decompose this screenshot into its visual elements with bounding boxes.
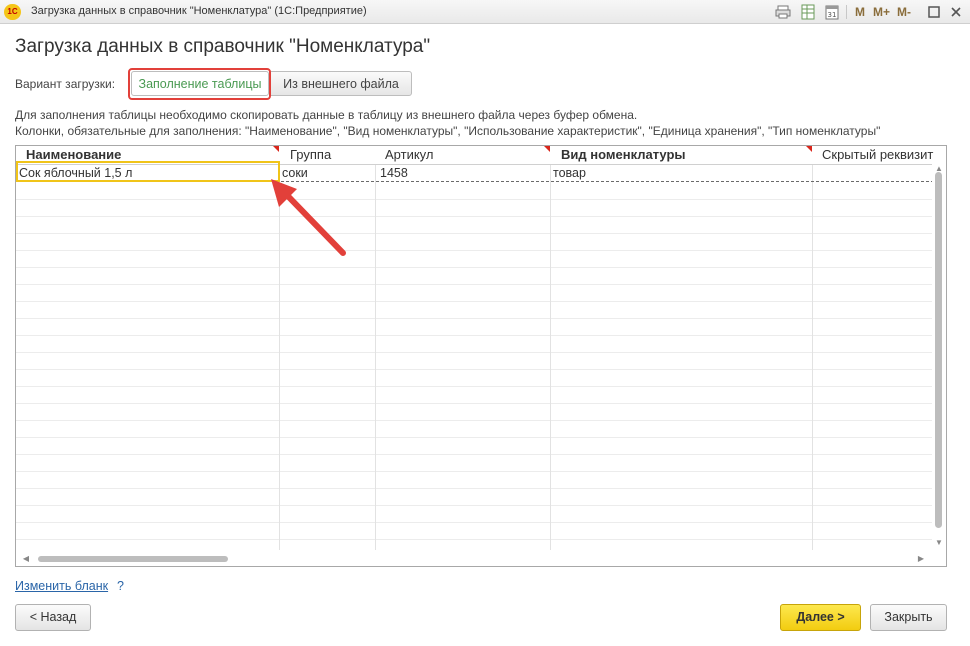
horizontal-scroll-thumb[interactable] <box>38 556 228 562</box>
table-row-line <box>16 352 934 353</box>
column-header-article[interactable]: Артикул <box>385 146 550 164</box>
variant-label: Вариант загрузки: <box>15 77 116 91</box>
required-marker <box>544 146 550 152</box>
table-row-line <box>16 250 934 251</box>
print-icon[interactable] <box>775 4 791 20</box>
table-row-line <box>16 420 934 421</box>
window-titlebar: 1С Загрузка данных в справочник "Номенкл… <box>0 0 970 24</box>
column-header-hidden-attr[interactable]: Скрытый реквизит <box>822 146 934 164</box>
column-divider <box>375 146 376 550</box>
table-cell[interactable]: товар <box>553 165 808 182</box>
spreadsheet-icon[interactable] <box>800 4 816 20</box>
table-row-line <box>16 539 934 540</box>
column-header-group[interactable]: Группа <box>290 146 375 164</box>
table-row-line <box>16 454 934 455</box>
column-divider <box>550 146 551 550</box>
window-title: Загрузка данных в справочник "Номенклату… <box>31 5 367 17</box>
table-cell[interactable]: 1458 <box>380 165 548 182</box>
table-row-line <box>16 471 934 472</box>
calendar-icon[interactable]: 31 <box>824 4 840 20</box>
data-table[interactable]: Наименование Группа Артикул Вид номенкла… <box>15 145 947 567</box>
variant-option-table[interactable]: Заполнение таблицы <box>131 71 269 96</box>
help-icon[interactable]: ? <box>117 579 124 593</box>
info-text-required: Колонки, обязательные для заполнения: "Н… <box>15 124 881 138</box>
table-row-line <box>16 318 934 319</box>
table-row-line <box>16 522 934 523</box>
scroll-down-icon[interactable]: ▼ <box>934 538 944 547</box>
column-header-label: Группа <box>290 147 332 162</box>
table-row-line <box>16 284 934 285</box>
memory-minus-button[interactable]: M- <box>897 5 911 19</box>
active-cell-frame <box>16 161 280 182</box>
column-header-label: Артикул <box>385 147 434 162</box>
column-header-kind[interactable]: Вид номенклатуры <box>561 146 812 164</box>
column-header-label: Наименование <box>26 147 122 162</box>
table-row-line <box>16 369 934 370</box>
next-button[interactable]: Далее > <box>780 604 861 631</box>
memory-button[interactable]: M <box>855 5 865 19</box>
table-row-line <box>16 216 934 217</box>
svg-text:31: 31 <box>828 11 837 19</box>
scroll-right-icon[interactable]: ▶ <box>916 554 926 563</box>
table-row-line <box>16 301 934 302</box>
annotation-arrow-icon <box>271 179 346 256</box>
table-row-line <box>16 488 934 489</box>
table-row-line <box>16 233 934 234</box>
maximize-icon[interactable] <box>926 4 942 20</box>
table-row-line <box>16 386 934 387</box>
toolbar-separator <box>846 5 847 19</box>
change-form-link[interactable]: Изменить бланк <box>15 579 108 593</box>
scroll-left-icon[interactable]: ◀ <box>21 554 31 563</box>
horizontal-scrollbar[interactable]: ◀ ▶ <box>16 552 932 566</box>
variant-option-file[interactable]: Из внешнего файла <box>270 71 412 96</box>
table-row-line <box>16 335 934 336</box>
column-divider <box>812 146 813 550</box>
table-row-line <box>16 505 934 506</box>
column-header-label: Вид номенклатуры <box>561 147 686 162</box>
table-row-line <box>16 403 934 404</box>
close-button[interactable]: Закрыть <box>870 604 947 631</box>
table-row-line <box>16 267 934 268</box>
required-marker <box>273 146 279 152</box>
variant-selector: Заполнение таблицы Из внешнего файла <box>128 68 412 100</box>
vertical-scrollbar[interactable]: ▲ ▼ <box>932 164 946 548</box>
app-logo-icon: 1С <box>4 4 21 20</box>
vertical-scroll-thumb[interactable] <box>935 172 942 528</box>
info-text-copy: Для заполнения таблицы необходимо скопир… <box>15 108 638 122</box>
column-header-label: Скрытый реквизит <box>822 147 934 162</box>
memory-plus-button[interactable]: M+ <box>873 5 890 19</box>
table-row-line <box>16 199 934 200</box>
table-row-line <box>16 437 934 438</box>
page-title: Загрузка данных в справочник "Номенклату… <box>15 36 431 57</box>
back-button[interactable]: < Назад <box>15 604 91 631</box>
required-marker <box>806 146 812 152</box>
close-icon[interactable] <box>948 4 964 20</box>
